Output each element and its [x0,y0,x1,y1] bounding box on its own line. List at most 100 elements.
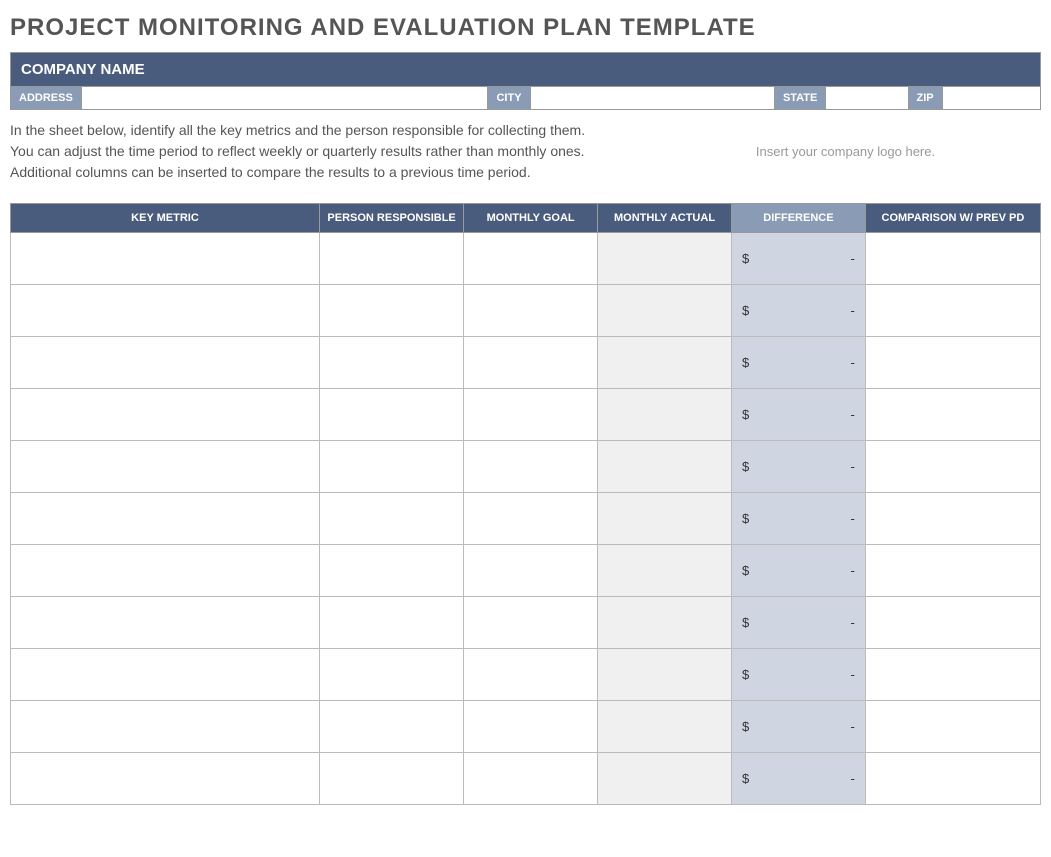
table-row: $- [11,285,1041,337]
difference-value: - [851,615,855,630]
cell-comparison[interactable] [865,441,1040,493]
cell-comparison[interactable] [865,545,1040,597]
cell-comparison[interactable] [865,753,1040,805]
difference-value: - [851,459,855,474]
cell-monthly-goal[interactable] [464,597,598,649]
cell-monthly-actual[interactable] [598,337,732,389]
difference-value: - [851,355,855,370]
cell-key-metric[interactable] [11,337,320,389]
cell-difference: $- [731,493,865,545]
city-field[interactable] [531,87,774,109]
cell-person-responsible[interactable] [320,441,464,493]
cell-monthly-actual[interactable] [598,285,732,337]
table-row: $- [11,753,1041,805]
cell-person-responsible[interactable] [320,493,464,545]
metrics-body: $-$-$-$-$-$-$-$-$-$-$- [11,233,1041,805]
cell-monthly-actual[interactable] [598,233,732,285]
cell-comparison[interactable] [865,701,1040,753]
cell-person-responsible[interactable] [320,649,464,701]
cell-comparison[interactable] [865,649,1040,701]
cell-key-metric[interactable] [11,285,320,337]
cell-monthly-goal[interactable] [464,701,598,753]
cell-key-metric[interactable] [11,441,320,493]
address-label: ADDRESS [11,87,82,109]
cell-person-responsible[interactable] [320,753,464,805]
difference-currency: $ [742,355,749,370]
cell-difference: $- [731,389,865,441]
state-field[interactable] [826,87,907,109]
difference-currency: $ [742,615,749,630]
instructions-text: In the sheet below, identify all the key… [10,120,590,183]
table-row: $- [11,389,1041,441]
difference-currency: $ [742,459,749,474]
cell-monthly-goal[interactable] [464,753,598,805]
cell-person-responsible[interactable] [320,285,464,337]
difference-currency: $ [742,719,749,734]
cell-key-metric[interactable] [11,649,320,701]
cell-monthly-actual[interactable] [598,545,732,597]
header-monthly-goal: MONTHLY GOAL [464,204,598,233]
header-key-metric: KEY METRIC [11,204,320,233]
table-row: $- [11,597,1041,649]
cell-monthly-actual[interactable] [598,389,732,441]
logo-placeholder[interactable]: Insert your company logo here. [650,120,1041,183]
cell-person-responsible[interactable] [320,389,464,441]
address-row: ADDRESS CITY STATE ZIP [10,87,1041,110]
cell-key-metric[interactable] [11,545,320,597]
table-row: $- [11,649,1041,701]
cell-monthly-goal[interactable] [464,389,598,441]
difference-value: - [851,407,855,422]
cell-key-metric[interactable] [11,597,320,649]
cell-monthly-goal[interactable] [464,285,598,337]
cell-person-responsible[interactable] [320,545,464,597]
cell-comparison[interactable] [865,285,1040,337]
cell-monthly-actual[interactable] [598,441,732,493]
cell-comparison[interactable] [865,493,1040,545]
cell-comparison[interactable] [865,233,1040,285]
cell-difference: $- [731,337,865,389]
difference-value: - [851,667,855,682]
cell-difference: $- [731,233,865,285]
cell-key-metric[interactable] [11,493,320,545]
cell-monthly-actual[interactable] [598,597,732,649]
cell-monthly-goal[interactable] [464,441,598,493]
cell-monthly-actual[interactable] [598,649,732,701]
cell-comparison[interactable] [865,389,1040,441]
cell-monthly-actual[interactable] [598,753,732,805]
cell-person-responsible[interactable] [320,337,464,389]
city-label: CITY [487,87,530,109]
table-row: $- [11,701,1041,753]
cell-monthly-goal[interactable] [464,233,598,285]
difference-value: - [851,563,855,578]
cell-key-metric[interactable] [11,753,320,805]
cell-person-responsible[interactable] [320,701,464,753]
difference-value: - [851,771,855,786]
cell-monthly-goal[interactable] [464,545,598,597]
difference-currency: $ [742,667,749,682]
cell-person-responsible[interactable] [320,233,464,285]
cell-comparison[interactable] [865,597,1040,649]
difference-currency: $ [742,563,749,578]
cell-difference: $- [731,597,865,649]
zip-field[interactable] [943,87,1040,109]
difference-currency: $ [742,251,749,266]
company-name-bar[interactable]: COMPANY NAME [10,52,1041,87]
address-field[interactable] [82,87,488,109]
cell-key-metric[interactable] [11,389,320,441]
cell-difference: $- [731,649,865,701]
difference-currency: $ [742,771,749,786]
cell-monthly-actual[interactable] [598,701,732,753]
cell-monthly-actual[interactable] [598,493,732,545]
cell-monthly-goal[interactable] [464,649,598,701]
info-section: In the sheet below, identify all the key… [10,110,1041,203]
cell-comparison[interactable] [865,337,1040,389]
cell-monthly-goal[interactable] [464,493,598,545]
cell-key-metric[interactable] [11,233,320,285]
cell-person-responsible[interactable] [320,597,464,649]
cell-key-metric[interactable] [11,701,320,753]
cell-difference: $- [731,285,865,337]
difference-value: - [851,251,855,266]
table-row: $- [11,337,1041,389]
header-monthly-actual: MONTHLY ACTUAL [598,204,732,233]
cell-monthly-goal[interactable] [464,337,598,389]
